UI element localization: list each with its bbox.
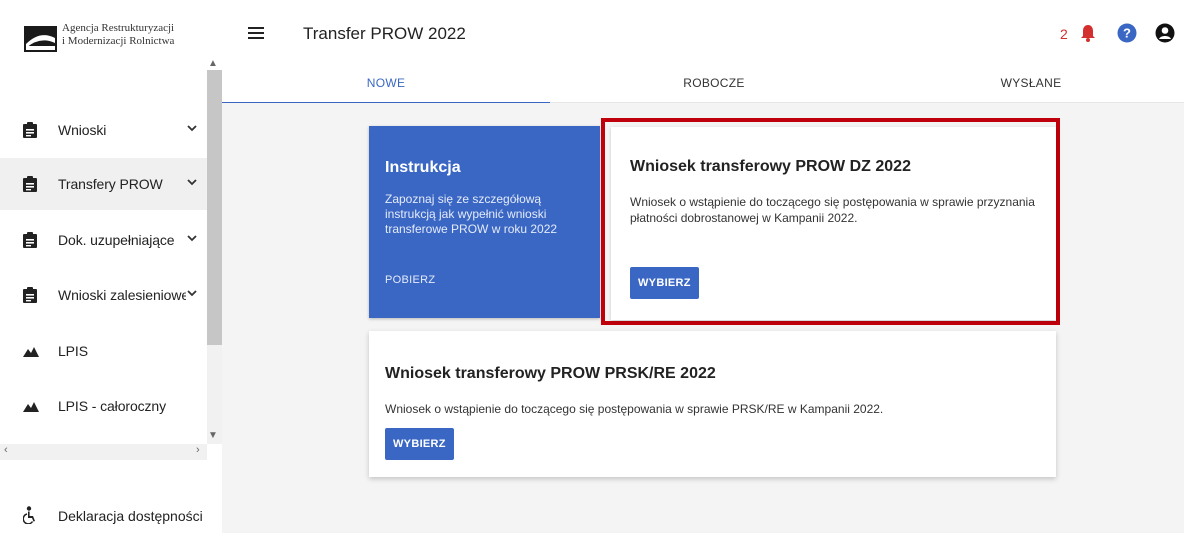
instruction-title: Instrukcja [385, 159, 461, 176]
scroll-right-arrow-icon[interactable]: › [196, 444, 200, 456]
sidebar: Agencja Restrukturyzacji i Modernizacji … [0, 0, 222, 533]
application-card-dz: Wniosek transferowy PROW DZ 2022 Wniosek… [611, 127, 1056, 320]
user-account-icon[interactable] [1155, 23, 1175, 43]
accessibility-declaration-label: Deklaracja dostępności [58, 508, 203, 524]
chevron-down-icon [187, 290, 197, 297]
top-app-bar: Transfer PROW 2022 2 ? [222, 0, 1184, 66]
help-icon[interactable]: ? [1117, 23, 1137, 43]
hamburger-menu-icon[interactable] [248, 26, 264, 40]
select-dz-button[interactable]: WYBIERZ [630, 267, 699, 299]
sidebar-item-dok-uzupelniajace[interactable]: Dok. uzupełniające [0, 214, 207, 266]
agency-name-line1: Agencja Restrukturyzacji [62, 22, 175, 34]
clipboard-icon [23, 287, 37, 303]
agency-logo[interactable]: Agencja Restrukturyzacji i Modernizacji … [24, 18, 194, 62]
clipboard-icon [23, 122, 37, 138]
mountain-icon [23, 402, 39, 412]
notification-count-badge[interactable]: 2 [1060, 26, 1068, 42]
clipboard-icon [23, 232, 37, 248]
scroll-down-arrow-icon[interactable]: ▼ [208, 430, 218, 441]
chevron-down-icon [187, 179, 197, 186]
clipboard-icon [23, 176, 37, 192]
page-title: Transfer PROW 2022 [303, 24, 466, 43]
agency-name-line2: i Modernizacji Rolnictwa [62, 35, 175, 47]
sidebar-horizontal-scrollbar[interactable] [0, 444, 207, 460]
arimr-logo-icon [24, 26, 57, 52]
mountain-icon [23, 347, 39, 357]
tab-wyslane[interactable]: WYSŁANE [878, 66, 1184, 102]
accessibility-icon [23, 506, 35, 524]
sidebar-item-lpis-caloroczny[interactable]: LPIS - całoroczny [0, 380, 207, 432]
agency-name: Agencja Restrukturyzacji i Modernizacji … [62, 22, 202, 48]
sidebar-item-wnioski[interactable]: Wnioski [0, 104, 207, 156]
sidebar-item-wnioski-zalesieniowe[interactable]: Wnioski zalesieniowe [0, 269, 207, 321]
sidebar-item-lpis[interactable]: LPIS [0, 325, 207, 377]
tab-nowe[interactable]: NOWE [222, 66, 550, 104]
chevron-down-icon [187, 235, 197, 242]
bell-icon[interactable] [1080, 24, 1096, 42]
accessibility-declaration-link[interactable]: Deklaracja dostępności [0, 490, 207, 530]
card-description: Wniosek o wstąpienie do toczącego się po… [630, 195, 1035, 225]
instruction-description: Zapoznaj się ze szczegółową instrukcją j… [385, 192, 558, 236]
card-description: Wniosek o wstąpienie do toczącego się po… [385, 402, 884, 416]
card-title: Wniosek transferowy PROW DZ 2022 [630, 158, 911, 175]
sidebar-item-label: LPIS - całoroczny [58, 398, 167, 414]
sidebar-scrollbar-thumb[interactable] [207, 70, 222, 345]
sidebar-item-label: LPIS [58, 343, 88, 359]
sidebar-item-label: Transfery PROW [58, 176, 163, 192]
download-instruction-link[interactable]: POBIERZ [385, 274, 435, 286]
card-title: Wniosek transferowy PROW PRSK/RE 2022 [385, 365, 716, 382]
sidebar-item-label: Dok. uzupełniające [58, 232, 175, 248]
sidebar-item-label: Wnioski [58, 122, 107, 138]
tab-robocze[interactable]: ROBOCZE [550, 66, 878, 102]
sidebar-item-transfery-prow[interactable]: Transfery PROW [0, 158, 207, 210]
tab-bar: NOWE ROBOCZE WYSŁANE [222, 66, 1184, 104]
scroll-left-arrow-icon[interactable]: ‹ [4, 444, 8, 456]
svg-text:?: ? [1123, 26, 1131, 41]
sidebar-item-label: Wnioski zalesieniowe [58, 287, 186, 303]
scroll-up-arrow-icon[interactable]: ▲ [208, 58, 218, 69]
application-card-prsk: Wniosek transferowy PROW PRSK/RE 2022 Wn… [369, 331, 1056, 477]
select-prsk-button[interactable]: WYBIERZ [385, 428, 454, 460]
chevron-down-icon [187, 125, 197, 132]
instruction-card: Instrukcja Zapoznaj się ze szczegółową i… [369, 126, 600, 318]
